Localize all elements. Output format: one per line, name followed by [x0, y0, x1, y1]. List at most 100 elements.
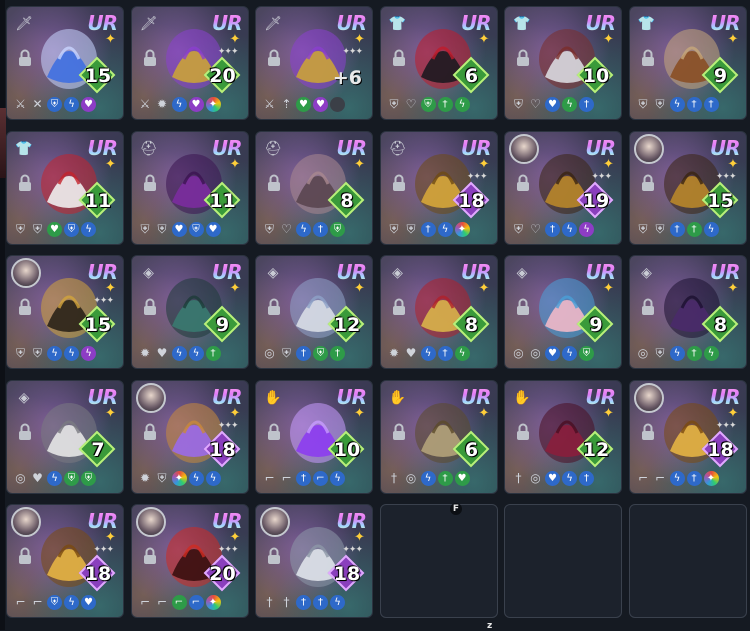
target-icon: ◎ [637, 346, 649, 360]
equipment-card[interactable]: ✋UR✦✦✦✦20⌐⌐⌐⌐✦ [130, 504, 249, 618]
star-icon: ✦ [229, 405, 241, 421]
armor-slot-icon: 👕 [513, 16, 531, 32]
substat-icons: ⌐ ⌐ ⛨ ϟ ♥ [13, 595, 121, 611]
empty-equipment-slot[interactable] [504, 504, 622, 618]
shield-icon: ⛨ [281, 346, 291, 360]
lock-icon[interactable] [391, 174, 407, 192]
star-icon: ✦ [478, 156, 490, 172]
lock-icon[interactable] [266, 423, 282, 441]
lock-icon[interactable] [391, 423, 407, 441]
sword-icon: † [686, 221, 702, 237]
equipment-card[interactable]: ⛑ UR ✦ ✦✦✦ 18 ⛨ ⛨ † ϟ ✦ [379, 130, 498, 245]
level-badge: 6 [452, 430, 489, 467]
equipment-card[interactable]: ✋ UR ✦ 6 † ◎ ϟ † ♥ [379, 379, 498, 494]
heart-icon: ♥ [313, 97, 328, 112]
equipment-card[interactable]: ⛑UR✦✦✦✦15⛨⛨ϟϟϟ [6, 255, 124, 369]
sword-icon: † [437, 97, 453, 112]
equipment-card[interactable]: 👕 UR ✦ 11 ⛨ ⛨ ♥ ⛨ ϟ [6, 130, 124, 245]
equipment-card[interactable]: ✋UR✦✦✦✦18††††ϟ [255, 504, 373, 618]
sword-icon: † [330, 346, 345, 361]
star-icon: ✦ [354, 32, 365, 47]
lock-icon[interactable] [515, 174, 531, 192]
sword-icon: † [579, 470, 594, 486]
star-icon: ✦ [727, 405, 739, 421]
equipment-card[interactable]: 🗡 UR ✦ ✦✦✦ +6 ⚔ ⇡ ♥ ♥ [255, 6, 373, 120]
equipment-card[interactable]: ◈UR✦✦✦✦18✹⛨✦ϟϟ [130, 379, 249, 494]
armor-slot-icon: 👕 [637, 16, 656, 32]
equipment-card[interactable]: 🗡 UR ✦ 15 ⚔ ✕ ⛨ ϟ ♥ [6, 6, 124, 120]
lock-icon[interactable] [391, 49, 407, 67]
equipment-card[interactable]: ◈ UR ✦ 9 ◎ ◎ ♥ ϟ ⛨ [504, 255, 622, 369]
equipment-card[interactable]: ✋ UR ✦ 10 ⌐ ⌐ † ⌐ ϟ [255, 379, 373, 494]
equipment-card[interactable]: ◈ UR ✦ 12 ◎ ⛨ † ⛨ † [255, 255, 373, 369]
equipment-card[interactable]: ⛑UR✦✦✦✦15⛨⛨††ϟ [628, 130, 747, 245]
lock-icon[interactable] [266, 298, 282, 316]
equipment-card[interactable]: ◈ UR ✦ 8 ◎ ⛨ ϟ † ϟ [628, 255, 747, 369]
lock-icon[interactable] [142, 174, 158, 192]
lock-icon[interactable] [515, 423, 531, 441]
equipment-card[interactable]: 👕 UR ✦ 9 ⛨ ⛨ ϟ † † [628, 6, 747, 120]
up-icon: ⇡ [281, 97, 292, 111]
level-badge: 11 [78, 181, 116, 218]
lock-icon[interactable] [142, 49, 158, 67]
heart-up-icon: ♡ [405, 97, 417, 111]
lock-icon[interactable] [17, 423, 33, 441]
lock-icon[interactable] [142, 423, 158, 441]
level-value: 8 [340, 189, 354, 212]
equipment-card[interactable]: 👕 UR ✦ 10 ⛨ ♡ ♥ ϟ † [504, 6, 622, 120]
lock-icon[interactable] [391, 298, 407, 316]
lock-icon[interactable] [266, 547, 282, 565]
lock-icon[interactable] [17, 49, 33, 67]
equipment-card[interactable]: ⛑UR✦✦✦✦19⛨♡†ϟϟ [504, 130, 622, 245]
lock-icon[interactable] [266, 49, 282, 67]
lock-icon[interactable] [640, 174, 656, 192]
shield-icon: ⛨ [655, 346, 665, 360]
equipment-card[interactable]: ⛑ UR ✦ 8 ⛨ ♡ ϟ † ⛨ [255, 130, 373, 245]
x-icon: ✕ [32, 97, 43, 111]
shield-icon: ⛨ [420, 97, 436, 112]
equipment-card[interactable]: ◈ UR ✦ 9 ✹ ♥ ϟ ϟ † [130, 255, 249, 369]
star-icon: ✦ [478, 281, 490, 296]
lock-icon[interactable] [142, 298, 158, 316]
lock-icon[interactable] [17, 298, 33, 316]
lock-icon[interactable] [266, 174, 282, 192]
equipment-card[interactable]: ◈ UR ✦ 7 ◎ ♥ ϟ ⛨ ⛨ [6, 379, 124, 494]
lock-icon[interactable] [640, 49, 656, 67]
shield-icon: ⛨ [389, 97, 399, 111]
sword-icon: † [669, 221, 685, 237]
level-badge: 9 [576, 305, 614, 343]
empty-equipment-slot[interactable] [379, 504, 498, 618]
equipment-card[interactable]: 👕 UR ✦ 6 ⛨ ♡ ⛨ † ϟ [379, 6, 498, 120]
empty-equipment-slot[interactable] [628, 504, 747, 618]
shield-icon: ⛨ [655, 221, 665, 236]
target-icon: ◎ [405, 470, 417, 485]
equipment-card[interactable]: ◈ UR ✦ 8 ✹ ♥ ϟ † ϟ [379, 255, 498, 369]
level-value: +6 [332, 67, 362, 89]
lock-icon[interactable] [17, 174, 33, 192]
boot-icon: ⌐ [156, 595, 168, 609]
lock-icon[interactable] [515, 298, 531, 316]
substat-icons: ◎ ⛨ ϟ † ϟ [636, 346, 744, 362]
lock-icon[interactable] [640, 298, 656, 316]
substat-icons: ⛨ ⛨ † ϟ ✦ [387, 221, 495, 238]
equipment-card[interactable]: ✋UR✦✦✦✦18⌐⌐⛨ϟ♥ [6, 504, 124, 618]
shield-icon: ⛨ [81, 470, 96, 486]
equipment-card[interactable]: 🗡 UR ✦ ✦✦✦ 20 ⚔ ✹ ϟ ♥ ✦ [130, 6, 249, 120]
lock-icon[interactable] [142, 547, 158, 565]
substat-icons: ✹ ♥ ϟ † ϟ [387, 346, 495, 362]
shield-icon: ⛨ [579, 346, 594, 361]
bolt-icon: ϟ [420, 470, 436, 486]
sword-icon: † [391, 470, 397, 485]
equipment-card[interactable]: ⛑ UR ✦ 11 ⛨ ⛨ ♥ ⛨ ♥ [130, 130, 249, 245]
lock-icon[interactable] [515, 49, 531, 67]
level-value: 19 [582, 189, 610, 212]
equipment-card[interactable]: ✋UR✦✦✦✦18⌐⌐ϟ†✦ [628, 379, 747, 494]
spark-icon: ✦ [205, 595, 221, 610]
level-badge: 9 [203, 305, 240, 343]
level-value: 7 [91, 438, 105, 461]
substat-icons: ⛨ ⛨ ϟ † † [636, 97, 744, 113]
equipment-card[interactable]: ✋ UR ✦ 12 † ◎ ♥ ϟ † [504, 379, 622, 494]
lock-icon[interactable] [640, 423, 656, 441]
lock-icon[interactable] [17, 547, 33, 565]
shield-icon: ⛨ [47, 595, 62, 610]
